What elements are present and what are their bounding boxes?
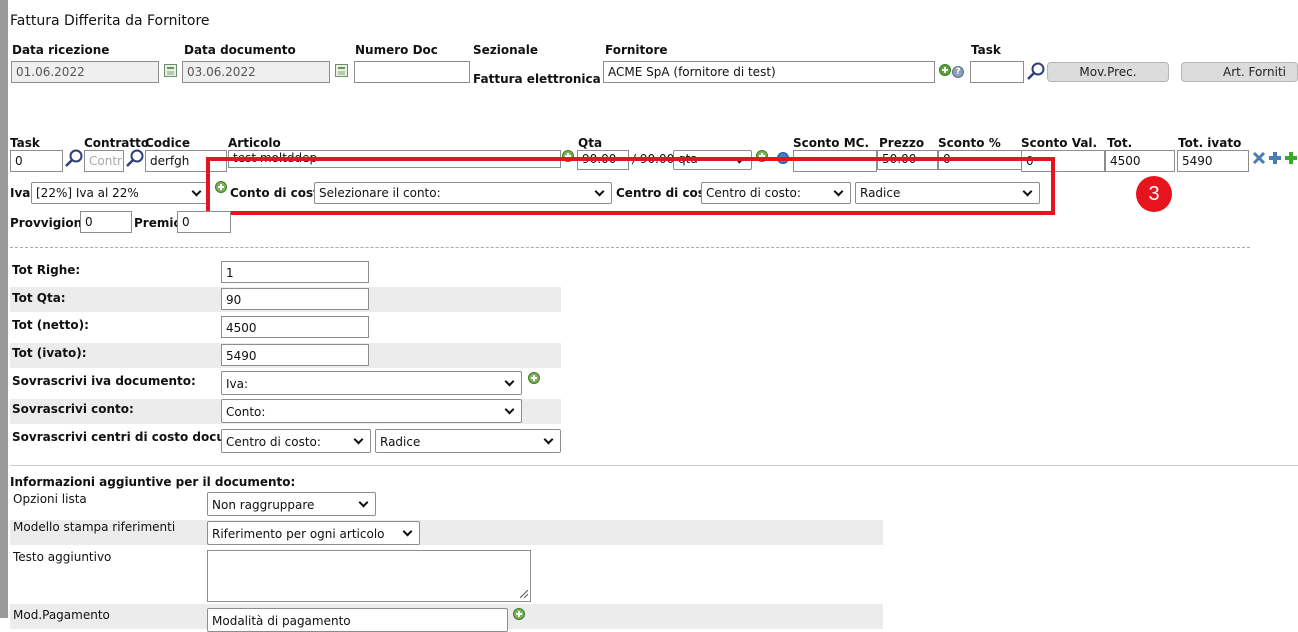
chevron-down-icon: [353, 434, 364, 445]
section-divider: [10, 465, 1298, 466]
tot-ivato-input[interactable]: 5490: [1177, 150, 1249, 172]
resize-handle-icon[interactable]: [520, 590, 528, 598]
opzioni-lista-select[interactable]: Non raggruppare: [207, 492, 376, 516]
data-documento-input[interactable]: 03.06.2022: [182, 61, 330, 83]
section-divider: [10, 247, 1250, 248]
tot-qta-label: Tot Qta:: [12, 291, 66, 305]
iva-select-value: [22%] Iva al 22%: [36, 186, 139, 200]
prezzo-label: Prezzo: [879, 136, 925, 150]
add-iva-documento-icon[interactable]: [528, 372, 540, 384]
opzioni-lista-select-value: Non raggruppare: [212, 498, 315, 512]
contratto-input[interactable]: Contratto: [84, 150, 124, 172]
help-icon[interactable]: ?: [952, 66, 964, 78]
task-line-label: Task: [10, 136, 40, 150]
iva-select[interactable]: [22%] Iva al 22%: [31, 182, 209, 204]
data-ricezione-input[interactable]: 01.06.2022: [11, 61, 159, 83]
modello-stampa-label: Modello stampa riferimenti: [13, 520, 176, 534]
tot-input[interactable]: 4500: [1105, 150, 1175, 172]
data-documento-label: Data documento: [184, 43, 296, 57]
left-edge-bar: [0, 0, 8, 618]
tot-ivato-total-input[interactable]: 5490: [221, 344, 369, 366]
search-icon[interactable]: [64, 148, 84, 168]
sovr-conto-select-value: Conto:: [226, 405, 266, 419]
delete-row-icon[interactable]: [1252, 151, 1266, 165]
sovr-iva-select-value: Iva:: [226, 377, 249, 391]
numero-doc-label: Numero Doc: [355, 43, 438, 57]
chevron-down-icon: [191, 186, 202, 197]
sovr-radice-select[interactable]: Radice: [375, 429, 561, 453]
opzioni-lista-label: Opzioni lista: [13, 492, 87, 506]
tot-netto-label: Tot (netto):: [12, 318, 89, 332]
codice-label: Codice: [145, 136, 191, 150]
chevron-down-icon: [504, 376, 515, 387]
premio-input[interactable]: 0: [177, 211, 231, 233]
chevron-down-icon: [504, 404, 515, 415]
sovr-radice-select-value: Radice: [380, 435, 421, 449]
tot-righe-input[interactable]: 1: [221, 261, 369, 283]
sovr-centri-select[interactable]: Centro di costo:: [221, 429, 371, 453]
sovr-conto-label: Sovrascrivi conto:: [12, 402, 134, 416]
sovr-iva-select[interactable]: Iva:: [221, 371, 522, 395]
calendar-icon[interactable]: [164, 64, 177, 77]
sconto-pct-label: Sconto %: [938, 136, 1001, 150]
art-forniti-button[interactable]: Art. Forniti: [1181, 62, 1298, 82]
add-row-green-icon[interactable]: [1284, 151, 1298, 165]
testo-aggiuntivo-label: Testo aggiuntivo: [13, 550, 112, 564]
mod-pagamento-select[interactable]: Modalità di pagamento: [207, 608, 508, 632]
chevron-down-icon: [543, 434, 554, 445]
add-row-blue-icon[interactable]: [1268, 151, 1282, 165]
chevron-down-icon: [358, 497, 369, 508]
modello-stampa-select-value: Riferimento per ogni articolo: [212, 527, 385, 541]
search-icon[interactable]: [125, 148, 145, 168]
chevron-down-icon: [402, 526, 413, 537]
tot-qta-input[interactable]: 90: [221, 288, 369, 310]
mod-pagamento-label: Mod.Pagamento: [13, 608, 110, 622]
fornitore-label: Fornitore: [605, 43, 668, 57]
modello-stampa-select[interactable]: Riferimento per ogni articolo: [207, 521, 420, 545]
qta-label: Qta: [578, 136, 603, 150]
search-icon[interactable]: [1026, 61, 1046, 81]
mov-prec-button[interactable]: Mov.Prec.: [1047, 62, 1169, 82]
info-section-title: Informazioni aggiuntive per il documento…: [10, 475, 296, 489]
fornitore-input[interactable]: ACME SpA (fornitore di test): [603, 61, 935, 83]
sovr-centri-select-value: Centro di costo:: [226, 435, 321, 449]
tot-righe-label: Tot Righe:: [12, 263, 81, 277]
task-header-input[interactable]: [970, 61, 1024, 83]
task-header-label: Task: [971, 43, 1001, 57]
provvigione-input[interactable]: 0: [80, 211, 132, 233]
data-ricezione-label: Data ricezione: [12, 43, 110, 57]
mod-pagamento-select-value: Modalità di pagamento: [212, 614, 351, 628]
step-badge: 3: [1136, 176, 1172, 212]
tot-label: Tot.: [1107, 136, 1133, 150]
calendar-icon[interactable]: [335, 64, 348, 77]
sconto-mc-label: Sconto MC.: [793, 136, 870, 150]
tot-ivato-total-label: Tot (ivato):: [12, 346, 87, 360]
numero-doc-input[interactable]: [354, 61, 470, 83]
page-title: Fattura Differita da Fornitore: [10, 13, 210, 29]
sovr-conto-select[interactable]: Conto:: [221, 399, 522, 423]
testo-aggiuntivo-textarea[interactable]: [207, 550, 531, 602]
sezionale-label: Sezionale: [473, 43, 539, 57]
sovr-iva-label: Sovrascrivi iva documento:: [12, 374, 196, 388]
tot-ivato-label: Tot. ivato: [1178, 136, 1242, 150]
tot-netto-input[interactable]: 4500: [221, 316, 369, 338]
highlight-box: [206, 157, 1055, 215]
add-fornitore-icon[interactable]: [939, 64, 951, 76]
add-pagamento-icon[interactable]: [513, 608, 525, 620]
sconto-val-label: Sconto Val.: [1021, 136, 1098, 150]
articolo-label: Articolo: [228, 136, 281, 150]
task-line-input[interactable]: 0: [10, 150, 63, 172]
